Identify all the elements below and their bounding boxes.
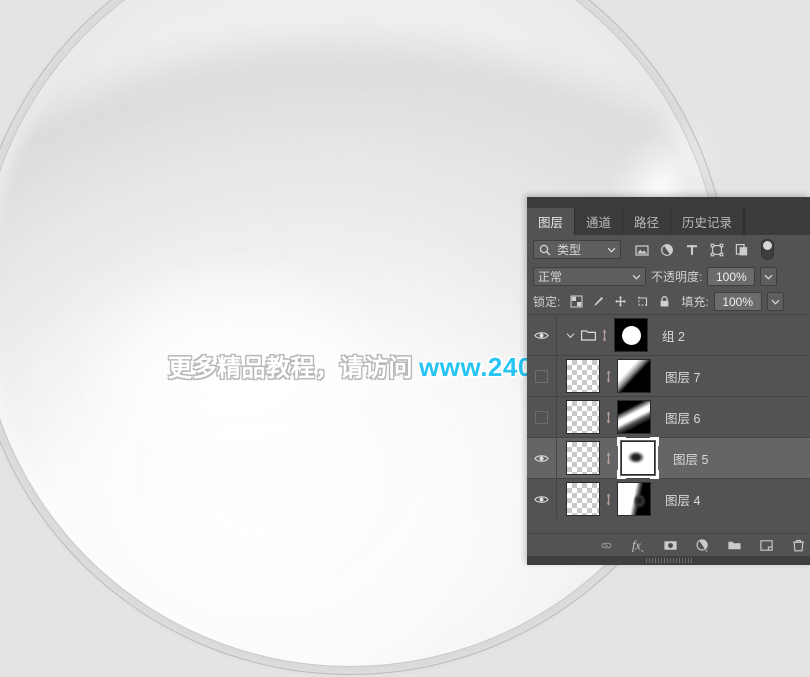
fill-value-field[interactable]: 100%	[713, 292, 762, 311]
mask-selection-corner	[617, 437, 626, 446]
visibility-toggle-group[interactable]	[527, 315, 557, 355]
eye-off-icon	[535, 369, 548, 383]
fill-label: 填充:	[681, 295, 709, 309]
layer-name: 图层 5	[673, 452, 709, 467]
lock-position-icon[interactable]	[614, 295, 627, 308]
lock-image-pixels-icon[interactable]	[592, 295, 605, 308]
smart-object-filter-icon[interactable]	[735, 243, 749, 257]
visibility-toggle-layer6[interactable]	[527, 397, 557, 437]
opacity-stepper-chevron[interactable]	[760, 267, 778, 286]
layer-name-group: 组 2	[662, 329, 685, 344]
tab-channels[interactable]: 通道	[575, 208, 624, 235]
layer-mask-thumbnail[interactable]	[617, 482, 651, 516]
text-filter-icon[interactable]	[685, 243, 699, 257]
new-adjustment-layer-icon[interactable]	[695, 538, 710, 553]
visibility-toggle-layer5[interactable]	[527, 438, 557, 478]
tab-paths[interactable]: 路径	[623, 208, 672, 235]
blend-mode-select[interactable]: 正常	[533, 267, 646, 286]
layer-mask-thumbnail[interactable]	[617, 359, 651, 393]
new-layer-icon[interactable]	[759, 538, 774, 553]
layer-name: 图层 6	[665, 411, 701, 426]
eye-icon	[534, 495, 549, 503]
layer4-thumbnails	[557, 482, 651, 516]
lock-icon-group	[570, 295, 671, 308]
layer-name: 图层 7	[665, 370, 701, 385]
filter-type-select[interactable]: 类型	[533, 240, 621, 259]
mask-selection-corner	[650, 470, 659, 479]
link-icon[interactable]	[604, 411, 613, 424]
layer6-thumbnails	[557, 400, 651, 434]
panel-top-strip	[527, 197, 810, 208]
layer-thumbnail[interactable]	[566, 400, 600, 434]
mask-selection-corner	[617, 470, 626, 479]
link-icon[interactable]	[604, 452, 613, 465]
shape-filter-icon[interactable]	[710, 243, 724, 257]
table-row[interactable]: 图层 6	[527, 397, 810, 438]
opacity-value-field[interactable]: 100%	[707, 267, 756, 286]
group-expand-chevron-down-icon[interactable]	[566, 331, 575, 340]
layer-thumbnail[interactable]	[566, 482, 600, 516]
lock-all-icon[interactable]	[658, 295, 671, 308]
delete-layer-icon[interactable]	[791, 538, 806, 553]
layer7-thumbnails	[557, 359, 651, 393]
tab-history[interactable]: 历史记录	[671, 208, 745, 235]
visibility-toggle-layer7[interactable]	[527, 356, 557, 396]
svg-text:fx: fx	[632, 538, 641, 552]
link-icon[interactable]	[604, 493, 613, 506]
image-filter-icon[interactable]	[635, 243, 649, 257]
watermark-chinese-text: 更多精品教程，请访问	[168, 355, 413, 382]
add-layer-mask-icon[interactable]	[663, 538, 678, 553]
mask-selection-corner	[650, 437, 659, 446]
panel-bottom-toolbar: fx	[527, 533, 810, 556]
lock-transparent-pixels-icon[interactable]	[570, 295, 583, 308]
chevron-down-icon	[764, 274, 773, 280]
filter-icon-group	[635, 243, 749, 257]
layer-mask-thumbnail[interactable]	[617, 400, 651, 434]
filter-enable-toggle[interactable]	[761, 239, 774, 260]
search-icon	[539, 244, 551, 255]
chevron-down-icon	[632, 274, 641, 280]
chevron-down-icon	[607, 247, 616, 253]
link-icon[interactable]	[604, 370, 613, 383]
blend-mode-value: 正常	[538, 270, 563, 284]
lock-artboard-nesting-icon[interactable]	[636, 295, 649, 308]
group-mask-thumbnail[interactable]	[614, 318, 648, 352]
layer-filter-row: 类型	[527, 235, 810, 264]
layer-thumbnail[interactable]	[566, 359, 600, 393]
eye-icon	[534, 331, 549, 339]
fill-stepper-chevron[interactable]	[766, 292, 784, 311]
table-row[interactable]: 图层 4	[527, 479, 810, 519]
chevron-down-icon	[771, 299, 780, 305]
layer-row-group[interactable]: 组 2	[527, 315, 810, 356]
filter-type-label: 类型	[557, 243, 582, 257]
link-icon[interactable]	[600, 329, 609, 342]
visibility-toggle-layer4[interactable]	[527, 479, 557, 519]
panel-resize-footer[interactable]	[527, 556, 810, 565]
opacity-label: 不透明度:	[651, 270, 703, 284]
folder-icon	[581, 330, 596, 341]
layer-thumbnail[interactable]	[566, 441, 600, 475]
layer5-thumbnails	[557, 437, 659, 479]
tab-layers[interactable]: 图层	[527, 208, 576, 235]
table-row[interactable]: 图层 7	[527, 356, 810, 397]
layer-name: 图层 4	[665, 493, 701, 508]
tab-bar-filler	[744, 208, 810, 235]
panel-tab-bar: 图层 通道 路径 历史记录	[527, 208, 810, 235]
lock-label: 锁定:	[533, 295, 561, 309]
blend-mode-row: 正常 不透明度: 100%	[527, 264, 810, 289]
layer-list: 组 2 图层 7 图层 6 图层 5 图层 4	[527, 315, 810, 519]
eye-off-icon	[535, 410, 548, 424]
layers-panel: 图层 通道 路径 历史记录 类型 正常 不透明度: 100% 锁定: 填充: 1…	[527, 197, 810, 565]
group-mask-circle	[621, 325, 641, 345]
lock-row: 锁定: 填充: 100%	[527, 289, 810, 315]
eye-icon	[534, 454, 549, 462]
adjustment-filter-icon[interactable]	[660, 243, 674, 257]
link-layers-icon[interactable]	[599, 538, 614, 553]
layer-mask-thumbnail-selected-wrapper	[617, 437, 659, 479]
panel-resize-grip[interactable]	[645, 558, 692, 563]
new-group-icon[interactable]	[727, 538, 742, 553]
layer-style-fx-icon[interactable]: fx	[631, 538, 646, 553]
table-row[interactable]: 图层 5	[527, 437, 810, 479]
